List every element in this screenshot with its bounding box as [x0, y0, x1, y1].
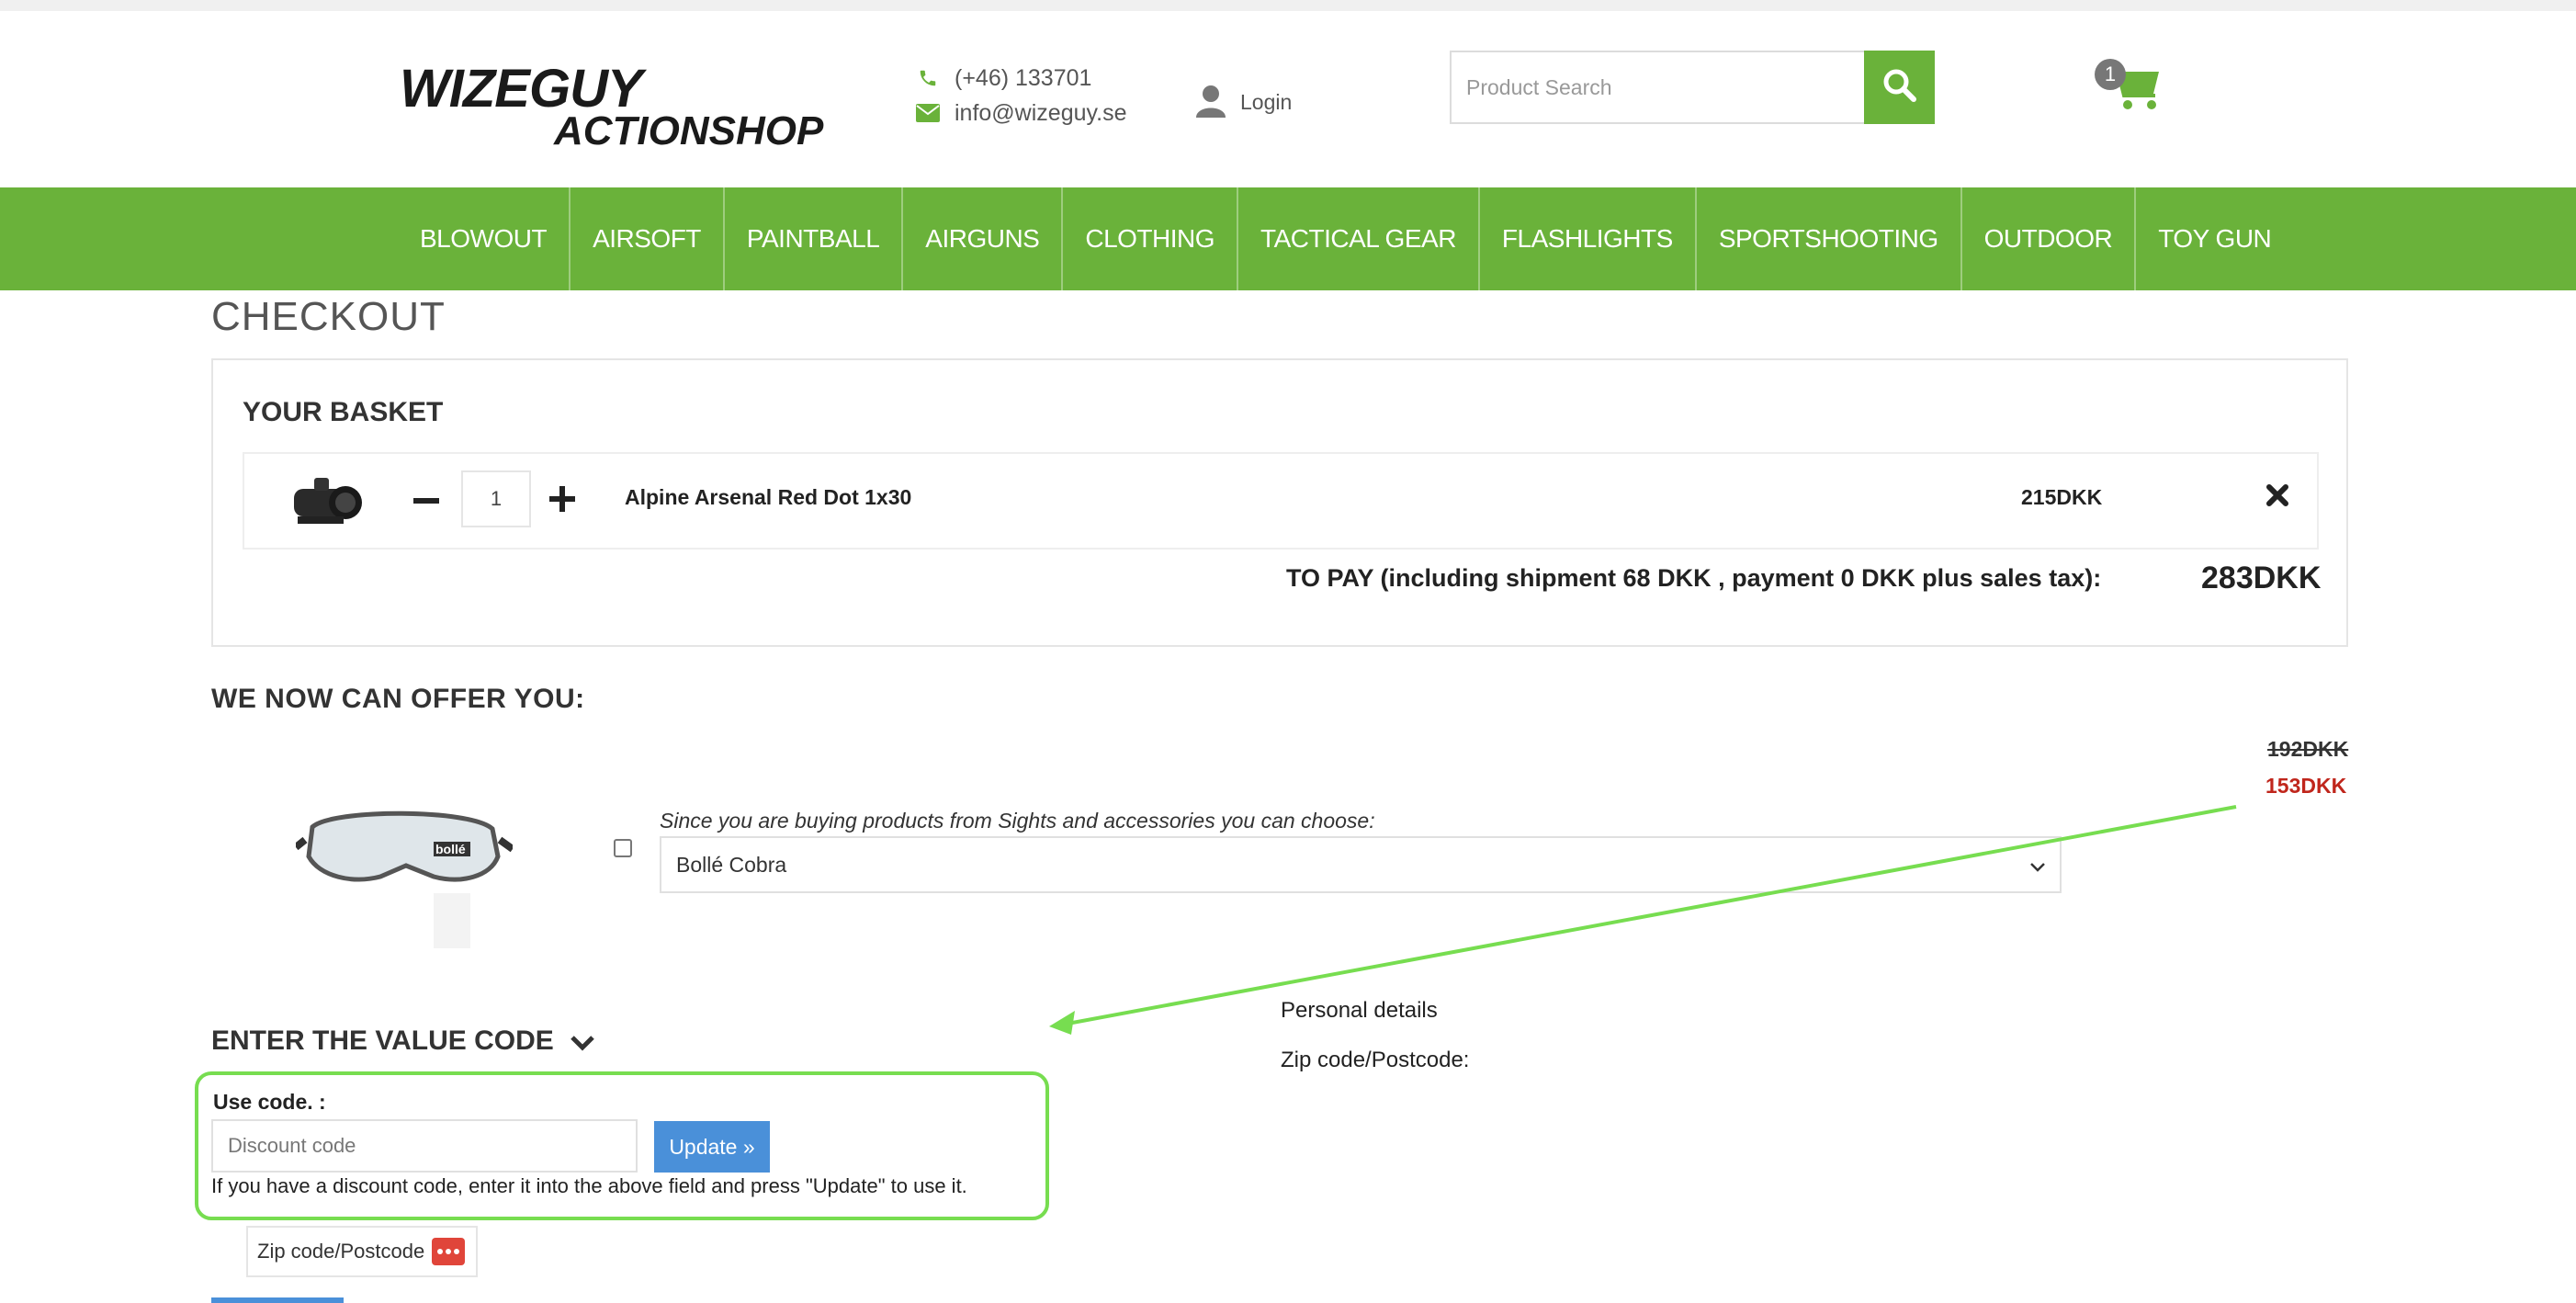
zip-code-field[interactable]: Zip code/Postcode: [246, 1226, 478, 1277]
search-input[interactable]: [1450, 51, 1865, 124]
email-text: info@wizeguy.se: [955, 99, 1127, 126]
offer-selected-option: Bollé Cobra: [676, 852, 787, 877]
continue-button-edge[interactable]: [211, 1297, 344, 1303]
remove-item-button[interactable]: [2265, 483, 2291, 511]
nav-item-clothing[interactable]: CLOTHING: [1063, 187, 1239, 290]
search-icon: [1882, 68, 1917, 108]
nav-item-paintball[interactable]: PAINTBALL: [725, 187, 904, 290]
user-icon: [1196, 85, 1227, 119]
quantity-input[interactable]: [461, 470, 531, 527]
main-nav: BLOWOUT AIRSOFT PAINTBALL AIRGUNS CLOTHI…: [0, 187, 2576, 290]
email-row[interactable]: info@wizeguy.se: [914, 96, 1127, 130]
quantity-increase-button[interactable]: [548, 482, 577, 520]
nav-item-airsoft[interactable]: AIRSOFT: [571, 187, 725, 290]
order-total: 283DKK: [2201, 561, 2322, 595]
to-pay-label: TO PAY (including shipment 68 DKK , paym…: [1286, 564, 2102, 592]
personal-details-heading: Personal details: [1281, 998, 1438, 1023]
chevron-down-icon: [2028, 856, 2047, 875]
nav-item-sportshooting[interactable]: SPORTSHOOTING: [1697, 187, 1962, 290]
minus-icon: [413, 493, 439, 509]
nav-item-outdoor[interactable]: OUTDOOR: [1962, 187, 2137, 290]
update-button[interactable]: Update »: [654, 1121, 770, 1173]
phone-row[interactable]: (+46) 133701: [914, 61, 1127, 96]
logo-line2: ACTIONSHOP: [554, 108, 824, 153]
offer-checkbox[interactable]: [614, 839, 632, 857]
basket-row: Alpine Arsenal Red Dot 1x30 215DKK: [243, 452, 2319, 550]
password-manager-icon[interactable]: [432, 1238, 466, 1265]
product-name[interactable]: Alpine Arsenal Red Dot 1x30: [625, 485, 911, 510]
offer-heading: WE NOW CAN OFFER YOU:: [211, 684, 585, 714]
contact-info: (+46) 133701 info@wizeguy.se: [914, 61, 1127, 130]
top-strip: [0, 0, 2576, 11]
offer-product-select[interactable]: Bollé Cobra: [660, 836, 2062, 893]
offer-new-price: 153DKK: [2265, 774, 2347, 798]
login-label: Login: [1240, 89, 1293, 114]
product-price: 215DKK: [2021, 485, 2103, 509]
nav-item-blowout[interactable]: BLOWOUT: [398, 187, 571, 290]
close-icon: [2265, 484, 2289, 511]
basket-panel: YOUR BASKET Alpine Arsenal Red Dot 1x30 …: [211, 358, 2348, 647]
product-thumbnail[interactable]: [285, 461, 367, 540]
nav-item-toy-gun[interactable]: TOY GUN: [2136, 187, 2293, 290]
offer-old-price: 192DKK: [2267, 737, 2349, 761]
chevron-down-icon: [569, 1030, 596, 1052]
value-code-heading: ENTER THE VALUE CODE: [211, 1025, 554, 1056]
offer-product-image[interactable]: bollé: [293, 792, 515, 950]
discount-help-text: If you have a discount code, enter it in…: [211, 1174, 967, 1197]
logo[interactable]: WIZEGUY ACTIONSHOP: [400, 62, 836, 154]
phone-text: (+46) 133701: [955, 64, 1092, 91]
zip-code-label: Zip code/Postcode:: [1281, 1048, 1470, 1072]
goggle-brand-text: bollé: [435, 842, 466, 856]
offer-description: Since you are buying products from Sight…: [660, 809, 1375, 833]
zip-placeholder: Zip code/Postcode: [257, 1240, 425, 1263]
envelope-icon: [914, 99, 942, 127]
use-code-label: Use code. :: [213, 1090, 326, 1114]
plus-icon: [549, 485, 575, 516]
nav-item-tactical-gear[interactable]: TACTICAL GEAR: [1238, 187, 1480, 290]
cart-count-badge: 1: [2095, 59, 2126, 90]
nav-item-flashlights[interactable]: FLASHLIGHTS: [1480, 187, 1697, 290]
discount-code-input[interactable]: [211, 1119, 638, 1173]
phone-icon: [914, 64, 942, 92]
cart-icon: [2093, 64, 2166, 116]
login-link[interactable]: Login: [1196, 85, 1292, 119]
search-bar: [1450, 51, 1935, 124]
nav-item-airguns[interactable]: AIRGUNS: [903, 187, 1064, 290]
value-code-toggle[interactable]: ENTER THE VALUE CODE: [211, 1025, 596, 1057]
quantity-decrease-button[interactable]: [412, 482, 441, 520]
page-title: CHECKOUT: [211, 294, 446, 339]
search-button[interactable]: [1864, 51, 1935, 124]
basket-heading: YOUR BASKET: [243, 397, 444, 427]
